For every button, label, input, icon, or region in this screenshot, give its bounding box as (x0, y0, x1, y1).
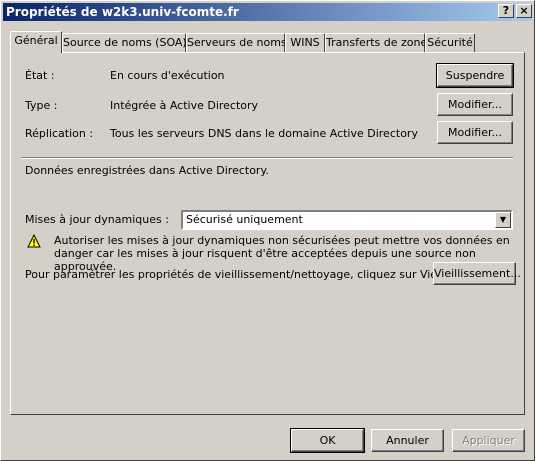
aging-button[interactable]: Vieillissement... (433, 262, 521, 285)
separator (21, 157, 513, 159)
tab-zone-transfers[interactable]: Transferts de zone (325, 33, 427, 52)
help-button[interactable]: ? (498, 4, 514, 18)
properties-dialog: Propriétés de w2k3.univ-fcomte.fr ? × Gé… (0, 0, 535, 461)
replication-label: Réplication : (25, 127, 94, 140)
tab-soa[interactable]: Source de noms (SOA) (62, 33, 187, 52)
tab-general[interactable]: Général (10, 31, 62, 53)
window-title: Propriétés de w2k3.univ-fcomte.fr (6, 5, 239, 19)
tab-name-servers[interactable]: Serveurs de noms (186, 33, 287, 52)
aging-text: Pour paramétrer les propriétés de vieill… (25, 268, 500, 281)
cancel-button[interactable]: Annuler (371, 429, 444, 452)
close-button[interactable]: × (516, 4, 532, 18)
warning-icon (27, 234, 41, 248)
state-value: En cours d'exécution (110, 69, 225, 82)
tab-wins[interactable]: WINS (285, 33, 325, 52)
dynamic-updates-select[interactable]: Sécurisé uniquement ▼ (181, 210, 513, 230)
type-label: Type : (25, 99, 58, 112)
stored-in-ad-text: Données enregistrées dans Active Directo… (25, 164, 269, 177)
tab-security[interactable]: Sécurité (425, 33, 475, 52)
replication-modify-button[interactable]: Modifier... (437, 121, 513, 144)
chevron-down-icon[interactable]: ▼ (495, 212, 511, 228)
state-label: État : (25, 69, 55, 82)
ok-button[interactable]: OK (290, 428, 365, 453)
apply-button[interactable]: Appliquer (452, 429, 525, 452)
dynamic-updates-label: Mises à jour dynamiques : (25, 213, 169, 226)
replication-value: Tous les serveurs DNS dans le domaine Ac… (110, 127, 418, 140)
type-value: Intégrée à Active Directory (110, 99, 259, 112)
title-bar[interactable]: Propriétés de w2k3.univ-fcomte.fr (3, 3, 532, 21)
type-modify-button[interactable]: Modifier... (437, 93, 513, 116)
suspend-button[interactable]: Suspendre (436, 63, 514, 88)
dynamic-updates-value: Sécurisé uniquement (186, 213, 303, 226)
